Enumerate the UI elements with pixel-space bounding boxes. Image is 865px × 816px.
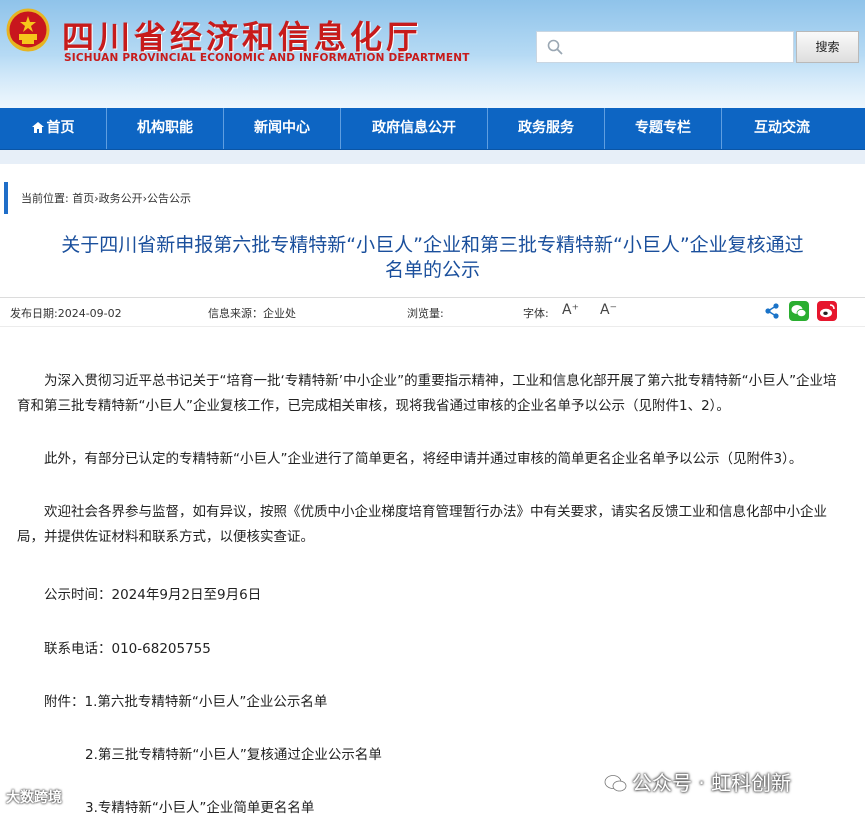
- publish-date: 发布日期:2024-09-02: [10, 307, 122, 320]
- font-size-label: 字体:: [523, 307, 549, 320]
- paragraph-rename: 此外，有部分已认定的专精特新“小巨人”企业进行了简单更名，将经申请并通过审核的简…: [44, 451, 803, 467]
- font-increase-button[interactable]: A⁺: [562, 302, 579, 318]
- article-meta: 发布日期:2024-09-02 信息来源：企业处 浏览量: 字体: A⁺ A⁻: [0, 297, 865, 327]
- search-button[interactable]: 搜索: [796, 31, 859, 63]
- weibo-share-icon[interactable]: [817, 301, 837, 321]
- nav-item-interaction[interactable]: 互动交流: [722, 108, 842, 149]
- attachment-link-2[interactable]: 2.第三批专精特新“小巨人”复核通过企业公示名单: [85, 743, 382, 763]
- breadcrumb-link-home[interactable]: 首页: [72, 192, 94, 205]
- publicity-time: 公示时间：2024年9月2日至9月6日: [44, 587, 262, 603]
- home-icon: [31, 122, 44, 133]
- watermark-right: 公众号 · 虹科创新: [604, 767, 791, 796]
- attachment-link-1[interactable]: 1.第六批专精特新“小巨人”企业公示名单: [85, 694, 328, 710]
- wechat-share-icon[interactable]: [789, 301, 809, 321]
- font-decrease-button[interactable]: A⁻: [600, 302, 617, 318]
- article-title-line-2: 名单的公示: [384, 259, 480, 281]
- info-source: 信息来源：企业处: [208, 307, 296, 320]
- national-emblem-icon: [6, 8, 50, 52]
- article-title-line-1: 关于四川省新申报第六批专精特新“小巨人”企业和第三批专精特新“小巨人”企业复核通…: [61, 234, 804, 256]
- breadcrumb-marker: [4, 182, 8, 214]
- breadcrumb-link-gov-affairs[interactable]: 政务公开: [99, 192, 143, 205]
- view-count: 浏览量:: [407, 307, 444, 320]
- attachment-link-3[interactable]: 3.专精特新“小巨人”企业简单更名名单: [85, 796, 314, 816]
- paragraph-supervision: 欢迎社会各界参与监督，如有异议，按照《优质中小企业梯度培育管理暂行办法》中有关要…: [17, 504, 827, 545]
- nav-item-news[interactable]: 新闻中心: [224, 108, 340, 149]
- nav-item-organization[interactable]: 机构职能: [107, 108, 223, 149]
- breadcrumb: 当前位置: 首页›政务公开›公告公示: [21, 190, 191, 206]
- nav-item-topics[interactable]: 专题专栏: [605, 108, 721, 149]
- nav-item-gov-info[interactable]: 政府信息公开: [341, 108, 487, 149]
- share-icon[interactable]: [762, 301, 782, 321]
- search-icon: [547, 39, 563, 55]
- breadcrumb-label: 当前位置:: [21, 192, 69, 205]
- site-subtitle: SICHUAN PROVINCIAL ECONOMIC AND INFORMAT…: [64, 52, 470, 64]
- wechat-watermark-icon: [604, 775, 627, 792]
- site-header: 四川省经济和信息化厅 SICHUAN PROVINCIAL ECONOMIC A…: [0, 0, 865, 108]
- attachments-label: 附件：: [44, 694, 85, 710]
- main-nav: 首页 机构职能 新闻中心 政府信息公开 政务服务 专题专栏 互动交流: [0, 108, 865, 150]
- attachments-list: 附件：1.第六批专精特新“小巨人”企业公示名单: [44, 690, 327, 710]
- paragraph-intro: 为深入贯彻习近平总书记关于“培育一批‘专精特新’中小企业”的重要指示精神，工业和…: [17, 373, 837, 414]
- nav-item-home[interactable]: 首页: [0, 108, 106, 149]
- nav-shadow-band: [0, 150, 865, 164]
- nav-item-label: 首页: [46, 120, 75, 136]
- search-input[interactable]: [571, 36, 790, 60]
- contact-phone: 联系电话：010-68205755: [44, 641, 211, 657]
- breadcrumb-link-notices[interactable]: 公告公示: [147, 192, 191, 205]
- article-title: 关于四川省新申报第六批专精特新“小巨人”企业和第三批专精特新“小巨人”企业复核通…: [0, 233, 865, 283]
- search-box: [536, 31, 794, 63]
- nav-item-services[interactable]: 政务服务: [488, 108, 604, 149]
- watermark-right-text: 公众号 · 虹科创新: [632, 771, 792, 795]
- watermark-left: 大数跨境: [6, 790, 62, 806]
